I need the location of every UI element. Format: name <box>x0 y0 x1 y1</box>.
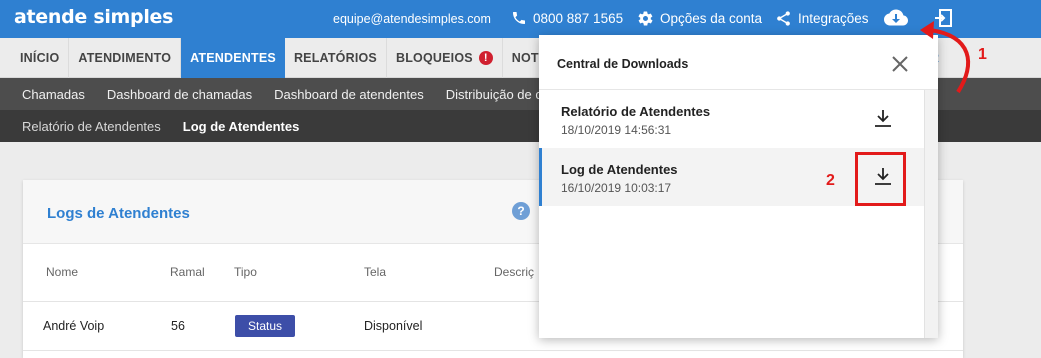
alert-badge: ! <box>478 51 493 65</box>
column-header-tela[interactable]: Tela <box>364 265 386 279</box>
annotation-highlight-box <box>855 152 906 206</box>
subnav-dashboard-chamadas[interactable]: Dashboard de chamadas <box>96 78 263 110</box>
nav-atendentes[interactable]: ATENDENTES <box>181 38 285 78</box>
downloads-title: Central de Downloads <box>557 57 689 71</box>
nav-atendimento[interactable]: ATENDIMENTO <box>69 38 182 78</box>
download-item[interactable]: Relatório de Atendentes 18/10/2019 14:56… <box>539 90 924 148</box>
phone-icon <box>511 10 527 26</box>
download-item-date: 16/10/2019 10:03:17 <box>561 181 672 195</box>
nav-inicio[interactable]: INÍCIO <box>11 38 70 78</box>
subnav-log-atendentes[interactable]: Log de Atendentes <box>172 110 311 142</box>
column-header-nome[interactable]: Nome <box>46 265 78 279</box>
top-bar: atende simples equipe@atendesimples.com … <box>0 0 1041 38</box>
column-header-descricao[interactable]: Descriç <box>494 265 534 279</box>
column-header-ramal[interactable]: Ramal <box>170 265 205 279</box>
cell-ramal: 56 <box>171 319 185 333</box>
downloads-header: Central de Downloads <box>539 35 938 90</box>
subnav-relatorio-atendentes[interactable]: Relatório de Atendentes <box>11 110 172 142</box>
subnav-dashboard-atendentes[interactable]: Dashboard de atendentes <box>263 78 435 110</box>
nav-relatorios[interactable]: RELATÓRIOS <box>285 38 387 78</box>
nav-bloqueios-label: BLOQUEIOS <box>395 51 473 65</box>
download-item-name: Relatório de Atendentes <box>561 104 711 119</box>
cell-tela: Disponível <box>364 319 423 333</box>
download-item-name: Log de Atendentes <box>561 162 678 177</box>
download-button[interactable] <box>872 107 894 129</box>
phone-number: 0800 887 1565 <box>533 10 624 26</box>
gear-icon <box>637 10 654 27</box>
nav-bloqueios[interactable]: BLOQUEIOS ! <box>387 38 503 78</box>
account-options-label: Opções da conta <box>660 11 763 26</box>
downloads-scrollbar[interactable] <box>924 90 938 338</box>
cell-nome: André Voip <box>43 319 105 333</box>
column-header-tipo[interactable]: Tipo <box>234 265 257 279</box>
card-title: Logs de Atendentes <box>47 205 190 222</box>
share-icon <box>775 10 792 27</box>
row-divider <box>23 350 963 351</box>
download-icon <box>875 110 891 127</box>
download-item-date: 18/10/2019 14:56:31 <box>561 123 672 137</box>
account-email: equipe@atendesimples.com <box>333 12 491 26</box>
integrations-label: Integrações <box>798 11 869 26</box>
subnav-distribuicao[interactable]: Distribuição de c <box>435 78 553 110</box>
annotation-arrow-icon <box>920 21 971 94</box>
status-badge: Status <box>235 315 295 337</box>
integrations-link[interactable]: Integrações <box>775 10 869 27</box>
phone-link[interactable]: 0800 887 1565 <box>511 10 623 26</box>
app-logo[interactable]: atende simples <box>14 6 173 28</box>
subnav-chamadas[interactable]: Chamadas <box>11 78 96 110</box>
help-icon[interactable]: ? <box>512 202 530 220</box>
account-options-link[interactable]: Opções da conta <box>637 10 762 27</box>
annotation-number-2: 2 <box>826 172 835 189</box>
